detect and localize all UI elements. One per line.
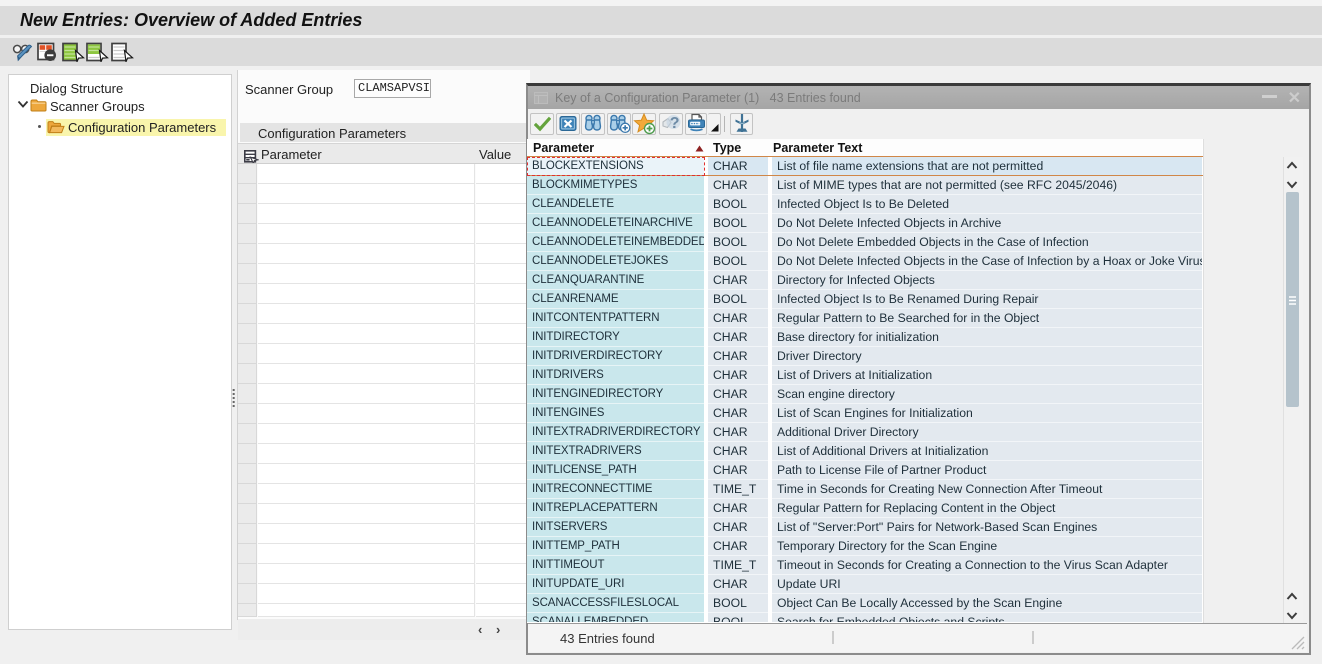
svg-text:?: ? [670,115,680,132]
